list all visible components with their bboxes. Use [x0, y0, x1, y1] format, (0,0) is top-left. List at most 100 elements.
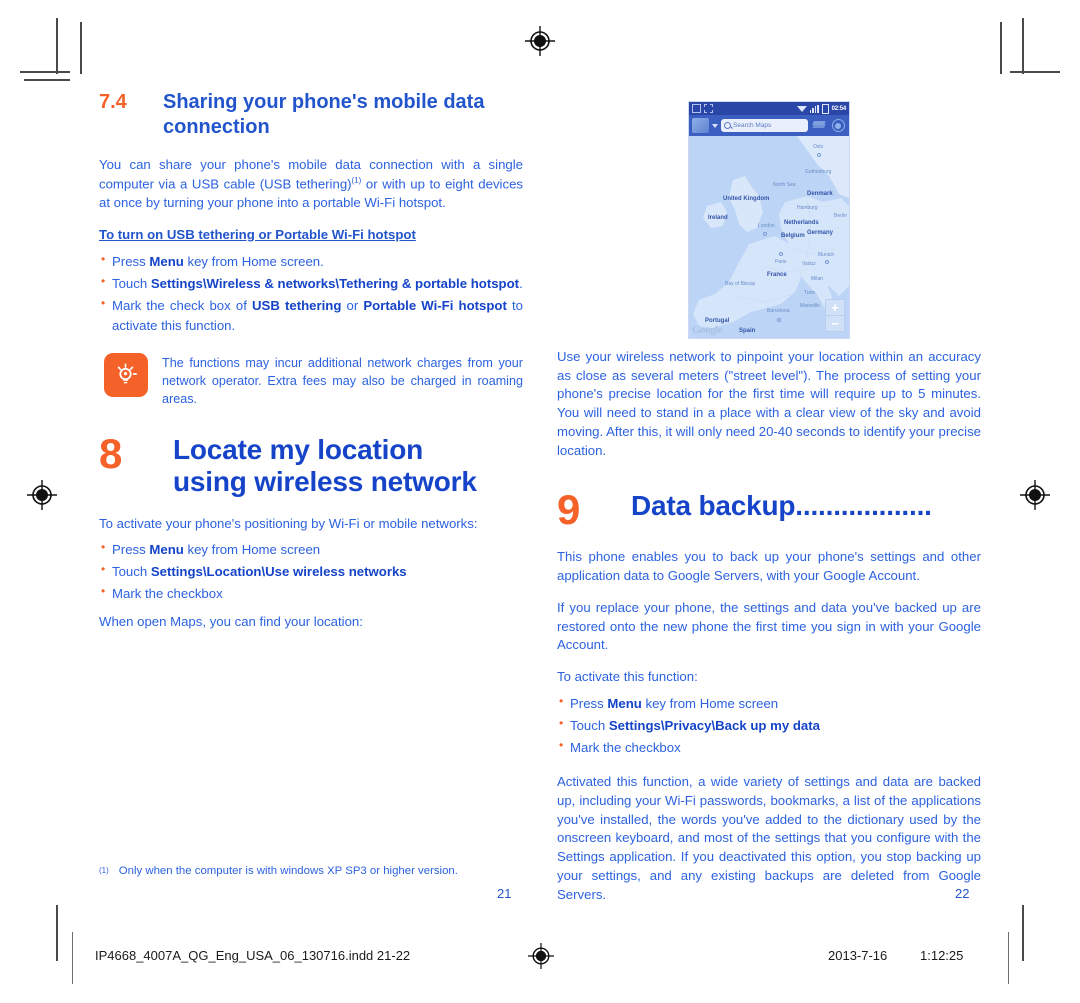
chapter-intro: To activate your phone's positioning by … [99, 516, 478, 532]
footnote: (1) Only when the computer is with windo… [99, 864, 523, 880]
map-label: Germany [807, 230, 834, 236]
chapter-8-heading: 8 Locate my location using wireless netw… [99, 430, 523, 497]
map-label: Gothenburg [805, 169, 832, 175]
chapter-title-text: Data backup [631, 490, 796, 522]
list-item: Mark the checkbox [99, 583, 523, 603]
list-item: Touch Settings\Privacy\Back up my data [557, 715, 981, 735]
crop-mark-tr-v2 [1000, 22, 1002, 74]
map-label: Oslo [813, 144, 824, 150]
wifi-icon [796, 105, 807, 112]
tethering-steps-list: Press Menu key from Home screen. Touch S… [99, 251, 523, 335]
list-item: Mark the checkbox [557, 737, 981, 757]
crop-mark-tr-h [1010, 71, 1060, 73]
map-paragraph: Use your wireless network to pinpoint yo… [557, 349, 981, 458]
status-left-icons [692, 104, 713, 113]
map-dot [777, 318, 781, 322]
list-item: Touch Settings\Location\Use wireless net… [99, 561, 523, 581]
tip-callout: The functions may incur additional netwo… [99, 352, 523, 409]
print-bar-rule-left [72, 932, 73, 984]
document-page: 7.4 Sharing your phone's mobile data con… [0, 0, 1080, 1003]
status-clock: 02:54 [831, 105, 847, 112]
my-location-icon[interactable] [830, 119, 846, 132]
registration-mark-right [1020, 480, 1050, 510]
registration-mark-footer [528, 943, 554, 969]
sync-icon [704, 104, 713, 113]
page-number-right: 22 [955, 886, 970, 901]
crop-mark-tr-v [1022, 18, 1024, 74]
map-label: Marseille [800, 303, 821, 309]
backup-paragraph-1: This phone enables you to back up your p… [557, 549, 981, 584]
chapter-number: 8 [99, 430, 123, 478]
chapter-9-heading: 9 Data backup.................. [557, 486, 981, 534]
chevron-down-icon[interactable] [712, 123, 718, 128]
list-item: Press Menu key from Home screen. [99, 251, 523, 271]
right-page-column: Use your wireless network to pinpoint yo… [557, 348, 981, 917]
search-placeholder: Search Maps [733, 122, 772, 129]
section-heading: 7.4 Sharing your phone's mobile data con… [99, 90, 523, 140]
map-label: Belgium [781, 233, 805, 239]
chapter-title: Locate my location using wireless networ… [173, 434, 523, 497]
backup-paragraph-2: If you replace your phone, the settings … [557, 599, 981, 653]
map-dot [763, 232, 767, 236]
list-item: Press Menu key from Home screen [557, 693, 981, 713]
map-label: Spain [739, 328, 756, 334]
crop-mark-tl-h [20, 71, 70, 73]
map-label: Vaduz [802, 261, 816, 267]
list-item: Press Menu key from Home screen [99, 539, 523, 559]
crop-mark-tl-v [56, 18, 58, 74]
map-label: North Sea [773, 182, 796, 188]
chapter-title-line2: using wireless network [173, 465, 477, 497]
search-input[interactable]: Search Maps [721, 119, 808, 132]
map-label: Barcelona [767, 308, 790, 314]
activate-label: To activate this function: [557, 668, 698, 684]
chapter-number: 9 [557, 486, 581, 534]
left-page-column: 7.4 Sharing your phone's mobile data con… [99, 90, 523, 645]
map-label: Hamburg [797, 205, 818, 211]
intro-paragraph: You can share your phone's mobile data c… [99, 157, 523, 210]
location-steps-list: Press Menu key from Home screen Touch Se… [99, 539, 523, 603]
search-icon [724, 122, 731, 129]
layers-icon[interactable] [811, 120, 827, 131]
lightbulb-icon [104, 352, 148, 397]
crop-mark-tl-v2 [80, 22, 82, 74]
map-zoom-controls[interactable]: + − [825, 299, 845, 332]
final-paragraph: Activated this function, a wide variety … [557, 774, 981, 902]
section-number: 7.4 [99, 91, 127, 113]
battery-icon [821, 103, 829, 114]
map-label: Paris [775, 259, 787, 265]
sub-heading: To turn on USB tethering or Portable Wi-… [99, 226, 416, 242]
map-label: Bay of Biscay [725, 281, 756, 287]
backup-steps-list: Press Menu key from Home screen Touch Se… [557, 693, 981, 757]
map-avatar-icon[interactable] [692, 118, 709, 133]
chapter-title-leader: .................. [795, 490, 932, 522]
map-dot [825, 260, 829, 264]
sim-icon [692, 104, 701, 113]
map-dot [779, 252, 783, 256]
crop-mark-tl-h2 [24, 79, 70, 81]
chapter-title-line1: Locate my location [173, 434, 424, 466]
map-canvas[interactable]: Oslo Gothenburg North Sea Denmark United… [689, 136, 849, 338]
footnote-marker: (1) [99, 866, 109, 875]
map-label: Munich [818, 252, 835, 258]
print-filename: IP4668_4007A_QG_Eng_USA_06_130716.indd 2… [95, 948, 411, 963]
map-label: Berlin [834, 213, 847, 219]
map-label: Milan [811, 276, 823, 282]
section-title: Sharing your phone's mobile data connect… [163, 91, 485, 138]
map-dot [817, 153, 821, 157]
map-label: France [767, 272, 787, 278]
print-bar-rule-right [1008, 932, 1009, 984]
print-date: 2013-7-16 [828, 948, 888, 963]
list-item: Mark the check box of USB tethering or P… [99, 295, 523, 334]
map-label: Ireland [708, 215, 728, 221]
google-watermark: Google [692, 324, 723, 336]
map-label: Netherlands [784, 220, 819, 226]
zoom-out-button[interactable]: − [826, 315, 844, 331]
list-item: Touch Settings\Wireless & networks\Tethe… [99, 273, 523, 293]
signal-icon [809, 104, 819, 113]
page-number-left: 21 [497, 886, 512, 901]
map-label: London [758, 223, 775, 229]
maps-toolbar: Search Maps [689, 115, 849, 136]
maps-screenshot: 02:54 Search Maps Oslo Gothenburg North … [688, 101, 850, 339]
chapter-outro: When open Maps, you can find your locati… [99, 614, 363, 630]
zoom-in-button[interactable]: + [826, 300, 844, 315]
